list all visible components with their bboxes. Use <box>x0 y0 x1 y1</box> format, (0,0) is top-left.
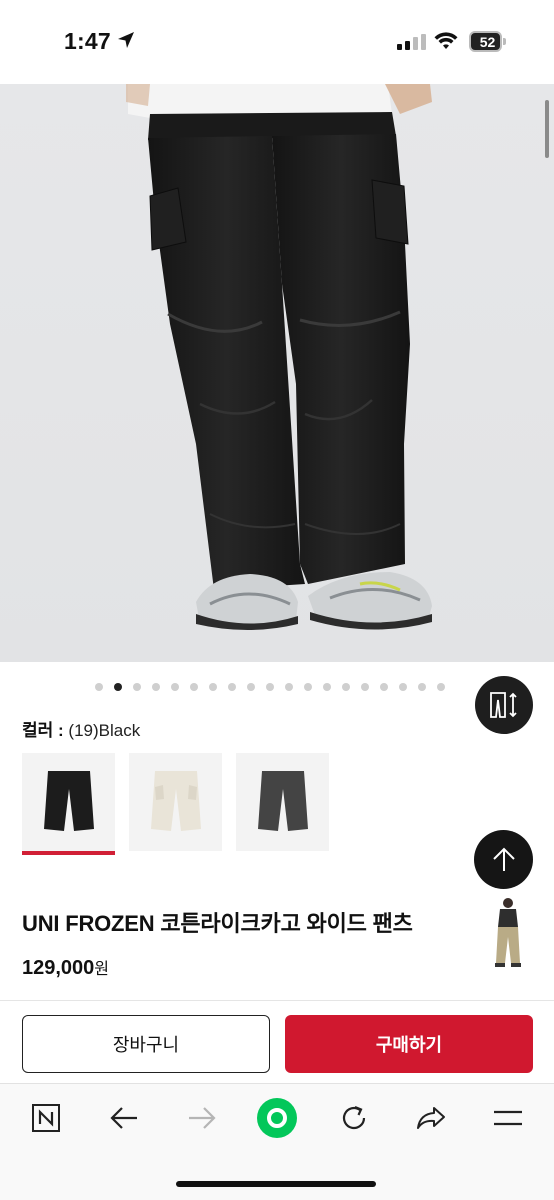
gallery-dot[interactable] <box>247 683 255 691</box>
color-swatches <box>22 753 329 855</box>
forward-button[interactable] <box>182 1098 222 1138</box>
gallery-dot[interactable] <box>342 683 350 691</box>
gallery-dot[interactable] <box>95 683 103 691</box>
gallery-dot[interactable] <box>152 683 160 691</box>
status-time: 1:47 <box>64 28 111 54</box>
refresh-button[interactable] <box>334 1098 374 1138</box>
add-to-cart-button[interactable]: 장바구니 <box>22 1015 270 1073</box>
gallery-dot[interactable] <box>380 683 388 691</box>
menu-button[interactable] <box>488 1098 528 1138</box>
gallery-dot[interactable] <box>304 683 312 691</box>
gallery-dot[interactable] <box>266 683 274 691</box>
status-bar: 1:47 52 <box>0 0 554 84</box>
refresh-icon <box>342 1105 366 1130</box>
arrow-up-icon <box>492 847 515 871</box>
wifi-icon <box>434 32 458 49</box>
gallery-dot[interactable] <box>190 683 198 691</box>
swatch-charcoal-pants <box>257 771 308 831</box>
gallery-dot[interactable] <box>285 683 293 691</box>
recent-item-thumbnail[interactable] <box>478 897 536 971</box>
product-title: UNI FROZEN 코튼라이크카고 와이드 팬츠 <box>22 911 413 936</box>
green-home-button[interactable] <box>256 1097 298 1139</box>
scroll-indicator[interactable] <box>545 100 549 158</box>
forward-arrow-icon <box>189 1107 216 1129</box>
gallery-dot[interactable] <box>323 683 331 691</box>
pants-size-icon <box>490 692 517 718</box>
home-circle-icon <box>257 1098 297 1138</box>
menu-icon <box>494 1110 522 1126</box>
action-divider <box>0 1000 554 1001</box>
swatch-cream-pants <box>150 771 201 831</box>
battery-icon: 52 <box>469 31 507 52</box>
cellular-signal-icon <box>397 34 426 50</box>
gallery-dot[interactable] <box>171 683 179 691</box>
share-button[interactable] <box>411 1098 451 1138</box>
color-label: 컬러 : <box>22 721 64 740</box>
home-indicator <box>176 1181 376 1187</box>
back-button[interactable] <box>104 1098 144 1138</box>
gallery-dot[interactable] <box>361 683 369 691</box>
gallery-dot[interactable] <box>228 683 236 691</box>
gallery-dot[interactable] <box>209 683 217 691</box>
buy-now-button[interactable]: 구매하기 <box>285 1015 533 1073</box>
gallery-dot[interactable] <box>399 683 407 691</box>
gallery-dot[interactable] <box>133 683 141 691</box>
gallery-dot[interactable] <box>437 683 445 691</box>
color-line: 컬러 : (19)Black <box>22 716 140 741</box>
product-photo <box>126 84 432 630</box>
price-unit: 원 <box>94 961 110 978</box>
naver-n-icon <box>32 1104 60 1132</box>
scroll-top-button[interactable] <box>474 830 533 889</box>
swatch-cream[interactable] <box>129 753 222 851</box>
swatch-black[interactable] <box>22 753 115 855</box>
swatch-charcoal[interactable] <box>236 753 329 851</box>
back-arrow-icon <box>110 1107 137 1129</box>
color-value: (19)Black <box>68 721 141 740</box>
gallery-dot[interactable] <box>114 683 122 691</box>
product-price: 129,000원 <box>22 955 109 980</box>
product-image[interactable] <box>0 84 554 662</box>
naver-home-button[interactable] <box>26 1098 66 1138</box>
swatch-black-pants <box>43 771 94 831</box>
price-value: 129,000 <box>22 957 95 979</box>
size-guide-button[interactable] <box>475 676 533 734</box>
gallery-pagination[interactable] <box>95 683 445 692</box>
share-icon <box>417 1107 445 1129</box>
location-arrow-icon <box>118 32 134 48</box>
battery-level: 52 <box>479 34 496 50</box>
gallery-dot[interactable] <box>418 683 426 691</box>
